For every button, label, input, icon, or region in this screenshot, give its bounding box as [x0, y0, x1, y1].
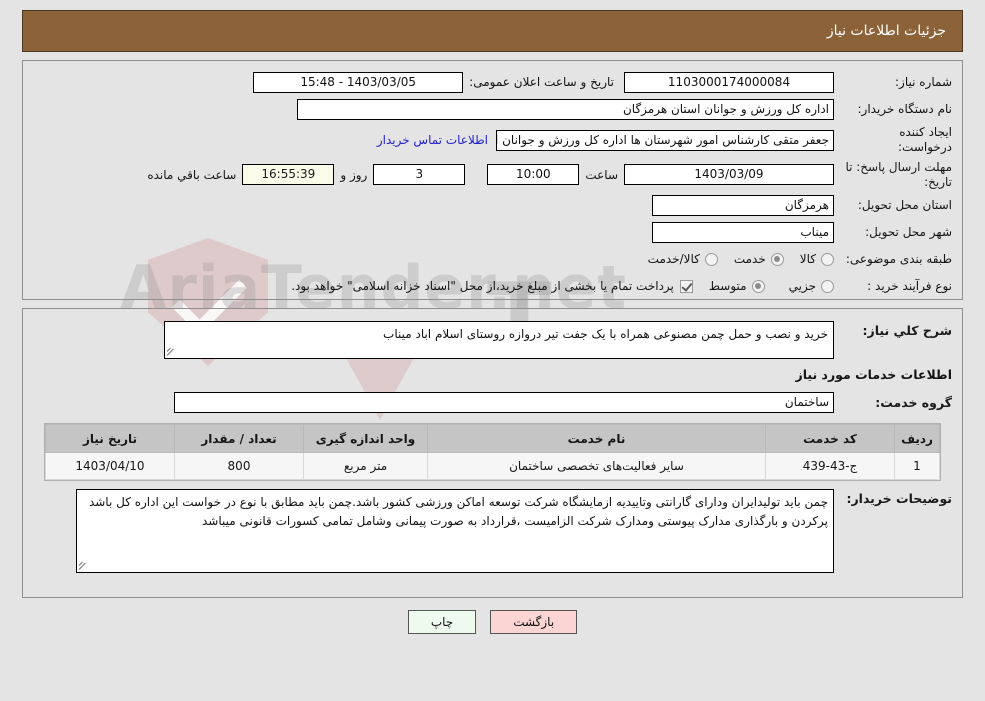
city-field: میناب [652, 221, 834, 243]
category-option-label: خدمت [733, 252, 766, 267]
countdown-label: ساعت باقي مانده [147, 167, 237, 182]
province-field: هرمزگان [652, 194, 834, 216]
radio-icon[interactable] [770, 252, 784, 266]
need-number-field: 1103000174000084 [624, 71, 834, 93]
radio-icon[interactable] [821, 252, 834, 266]
category-option-kala-khedmat[interactable]: کالا/خدمت [634, 252, 718, 266]
buyer-notes-label: توضیحات خریدار: [846, 491, 952, 506]
table-header-row: ردیف کد خدمت نام خدمت واحد اندازه گیری ت… [45, 424, 940, 453]
province-label: استان محل تحویل: [857, 197, 952, 212]
deadline-label: مهلت ارسال پاسخ: تا تاریخ: [845, 160, 952, 189]
need-desc-label: شرح کلي نیاز: [862, 323, 952, 338]
process-option-label: جزیي [788, 279, 816, 294]
category-radio-group: کالا خدمت کالا/خدمت [632, 252, 834, 266]
remaining-days-field: 3 [373, 164, 466, 186]
row-creator: ایجاد کننده درخواست: جعفر متقی کارشناس ا… [33, 125, 952, 155]
service-group-label: گروه خدمت: [875, 395, 952, 410]
days-label: روز و [340, 167, 368, 182]
countdown-field: 16:55:39 [242, 164, 335, 186]
radio-icon[interactable] [821, 279, 834, 293]
cell-unit: متر مربع [303, 452, 428, 480]
cell-code: ج-43-439 [765, 452, 895, 480]
row-city: شهر محل تحویل: میناب [33, 221, 952, 243]
row-need-description: شرح کلي نیاز: خرید و نصب و حمل چمن مصنوع… [33, 321, 952, 359]
creator-label: ایجاد کننده درخواست: [898, 125, 952, 154]
page-title-bar: جزئیات اطلاعات نیاز [22, 10, 963, 52]
creator-field: جعفر متقی کارشناس امور شهرستان ها اداره … [496, 129, 834, 151]
public-announce-field: 15:48 - 1403/03/05 [253, 71, 464, 93]
th-code: کد خدمت [765, 424, 895, 453]
row-buyer-notes: توضیحات خریدار: چمن باید تولیدایران ودار… [33, 489, 952, 573]
category-option-label: کالا/خدمت [647, 252, 700, 267]
row-service-group: گروه خدمت: ساختمان [33, 392, 952, 413]
process-option-label: متوسط [708, 279, 747, 294]
need-desc-textarea[interactable]: خرید و نصب و حمل چمن مصنوعی همراه با یک … [164, 321, 834, 359]
resize-grip-icon[interactable] [78, 561, 89, 571]
cell-date: 1403/04/10 [45, 452, 175, 480]
need-number-label: شماره نیاز: [895, 74, 952, 89]
category-option-label: کالا [799, 252, 816, 267]
table-row: 1 ج-43-439 سایر فعالیت‌های تخصصی ساختمان… [45, 452, 940, 480]
category-label: طبقه بندی موضوعی: [845, 251, 952, 266]
row-category: طبقه بندی موضوعی: کالا خدمت کالا/خدمت [33, 248, 952, 270]
items-table: ردیف کد خدمت نام خدمت واحد اندازه گیری ت… [45, 424, 940, 480]
th-qty: تعداد / مقدار [174, 424, 304, 453]
buyer-notes-textarea[interactable]: چمن باید تولیدایران ودارای گارانتی وتایی… [76, 489, 834, 573]
need-details-panel: شرح کلي نیاز: خرید و نصب و حمل چمن مصنوع… [22, 308, 963, 598]
process-option-jozi[interactable]: جزیي [767, 279, 834, 293]
category-option-kala[interactable]: کالا [786, 252, 834, 266]
services-section-title: اطلاعات خدمات مورد نیاز [795, 367, 953, 382]
items-table-wrap: ردیف کد خدمت نام خدمت واحد اندازه گیری ت… [44, 423, 941, 481]
cell-radif: 1 [894, 452, 940, 480]
th-date: تاریخ نیاز [45, 424, 175, 453]
row-province: استان محل تحویل: هرمزگان [33, 194, 952, 216]
deadline-time-field: 10:00 [487, 164, 580, 186]
deadline-date-field: 1403/03/09 [624, 164, 834, 186]
row-buyer-org: نام دستگاه خریدار: اداره کل ورزش و جوانا… [33, 98, 952, 120]
th-name: نام خدمت [427, 424, 766, 453]
need-info-panel: شماره نیاز: 1103000174000084 تاریخ و ساع… [22, 60, 963, 300]
radio-icon[interactable] [751, 279, 765, 293]
buyer-org-field: اداره کل ورزش و جوانان استان هرمزگان [297, 98, 834, 120]
page-root: جزئیات اطلاعات نیاز شماره نیاز: 11030001… [0, 10, 985, 635]
print-button[interactable]: چاپ [407, 610, 477, 635]
service-group-field: ساختمان [174, 392, 834, 413]
cell-qty: 800 [174, 452, 304, 480]
page-title: جزئیات اطلاعات نیاز [826, 23, 946, 39]
row-purchase-process: نوع فرآیند خرید : جزیي متوسط پرداخت تمام… [33, 275, 952, 297]
row-deadline: مهلت ارسال پاسخ: تا تاریخ: 1403/03/09 سا… [33, 160, 952, 189]
th-radif: ردیف [894, 424, 940, 453]
resize-grip-icon[interactable] [166, 347, 177, 357]
category-option-khedmat[interactable]: خدمت [720, 252, 784, 266]
footer-button-row: بازگشت چاپ [0, 610, 985, 635]
public-announce-label: تاریخ و ساعت اعلان عمومی: [469, 75, 614, 89]
hour-label: ساعت [585, 167, 618, 182]
th-unit: واحد اندازه گیری [303, 424, 428, 453]
back-button[interactable]: بازگشت [490, 610, 578, 635]
city-label: شهر محل تحویل: [865, 224, 952, 239]
cell-name: سایر فعالیت‌های تخصصی ساختمان [427, 452, 766, 480]
buyer-org-label: نام دستگاه خریدار: [857, 101, 953, 116]
buyer-contact-link[interactable]: اطلاعات تماس خریدار [369, 133, 496, 147]
row-need-number: شماره نیاز: 1103000174000084 تاریخ و ساع… [33, 71, 952, 93]
checkbox-icon[interactable] [679, 279, 693, 293]
treasury-checkbox-wrap[interactable]: پرداخت تمام یا بخشی از مبلغ خرید،از محل … [291, 279, 693, 293]
process-radio-group: جزیي متوسط [693, 279, 834, 293]
process-label: نوع فرآیند خرید : [867, 278, 952, 293]
process-option-motevaset[interactable]: متوسط [695, 279, 765, 293]
radio-icon[interactable] [704, 252, 718, 266]
treasury-text: پرداخت تمام یا بخشی از مبلغ خرید،از محل … [291, 279, 674, 294]
